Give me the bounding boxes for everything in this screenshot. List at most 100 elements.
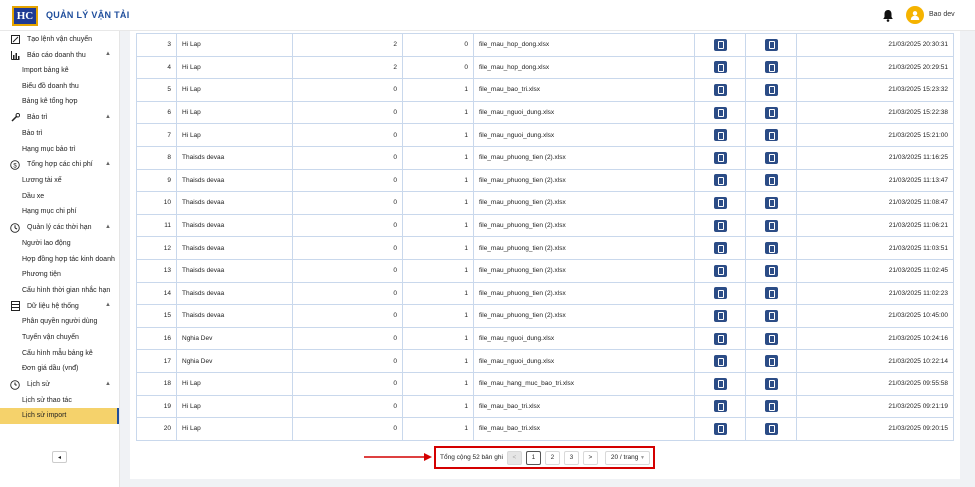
download-original-button[interactable] xyxy=(713,242,727,255)
sidebar-group[interactable]: Dữ liệu hệ thống ▲ xyxy=(0,298,119,314)
download-result-button[interactable] xyxy=(764,106,778,119)
file-action-cell xyxy=(694,191,746,215)
sidebar-item[interactable]: Phân quyền người dùng xyxy=(0,314,119,330)
download-original-button[interactable] xyxy=(713,219,727,232)
download-result-button[interactable] xyxy=(764,287,778,300)
download-original-button[interactable] xyxy=(713,377,727,390)
file-action-cell xyxy=(745,145,797,170)
file-action-cell xyxy=(694,417,746,441)
sidebar-item[interactable]: Hạng mục chi phí xyxy=(0,204,119,220)
file-action-cell xyxy=(745,100,797,125)
sidebar-group[interactable]: Tạo lệnh vận chuyển xyxy=(0,31,119,47)
table-row: 17 Nghia Dev 0 1 file_mau_nguoi_dung.xlsx 21/… xyxy=(136,349,954,373)
page-2-button[interactable]: 2 xyxy=(544,450,560,465)
download-result-button[interactable] xyxy=(764,219,778,232)
download-original-button[interactable] xyxy=(713,355,727,368)
download-result-button[interactable] xyxy=(764,309,778,322)
sidebar-item[interactable]: Cấu hình thời gian nhắc hạn xyxy=(0,283,119,299)
download-original-button[interactable] xyxy=(713,264,727,277)
download-original-button[interactable] xyxy=(713,287,727,300)
sidebar-item[interactable]: Lịch sử import xyxy=(0,408,119,424)
sidebar-item[interactable]: Lịch sử thao tác xyxy=(0,393,119,409)
download-result-button[interactable] xyxy=(764,38,778,51)
sidebar-group[interactable]: Quản lý các thời hạn ▲ xyxy=(0,220,119,236)
download-result-button[interactable] xyxy=(764,422,778,435)
count-cell: 0 xyxy=(292,349,403,373)
collapse-sidebar-button[interactable]: ◂ xyxy=(52,451,67,463)
page-1-button[interactable]: 1 xyxy=(525,450,541,465)
download-result-button[interactable] xyxy=(764,377,778,390)
sidebar-item[interactable]: Dầu xe xyxy=(0,189,119,205)
count-cell: 0 xyxy=(402,33,474,57)
sidebar-item[interactable]: Bảng kê tổng hợp xyxy=(0,94,119,110)
sidebar-item[interactable]: Cấu hình mẫu bảng kê xyxy=(0,345,119,361)
download-result-button[interactable] xyxy=(764,264,778,277)
next-page-button[interactable]: > xyxy=(582,450,598,465)
sidebar-group[interactable]: $ Tổng hợp các chi phí ▲ xyxy=(0,157,119,173)
table-row: 3 Hi Lap 2 0 file_mau_hop_dong.xlsx 21/03/202… xyxy=(136,33,954,57)
file-name-cell: file_mau_phuong_tien (2).xlsx xyxy=(473,168,695,193)
sidebar-group[interactable]: Lịch sử ▲ xyxy=(0,377,119,393)
sidebar-group[interactable]: Bảo trì ▲ xyxy=(0,110,119,126)
download-original-button[interactable] xyxy=(713,422,727,435)
sidebar-item[interactable]: Hợp đồng hợp tác kinh doanh xyxy=(0,251,119,267)
count-cell: 1 xyxy=(402,236,474,260)
file-action-cell xyxy=(694,33,746,57)
file-name-cell: file_mau_phuong_tien (2).xlsx xyxy=(473,304,695,328)
app-logo[interactable]: HC xyxy=(12,6,38,26)
row-number-cell: 12 xyxy=(136,236,177,260)
download-result-button[interactable] xyxy=(764,196,778,209)
file-action-cell xyxy=(745,304,797,328)
sidebar-item[interactable]: Người lao động xyxy=(0,236,119,252)
user-name[interactable]: Bao dev xyxy=(929,11,955,18)
download-result-button[interactable] xyxy=(764,400,778,413)
sidebar-group-label: Lịch sử xyxy=(27,381,50,388)
download-original-button[interactable] xyxy=(713,196,727,209)
download-original-button[interactable] xyxy=(713,38,727,51)
sidebar-group-label: Tạo lệnh vận chuyển xyxy=(27,35,92,43)
count-cell: 0 xyxy=(292,417,403,441)
sidebar-item[interactable]: Đơn giá dầu (vnđ) xyxy=(0,361,119,377)
table-row: 19 Hi Lap 0 1 file_mau_bao_tri.xlsx 21/03/202… xyxy=(136,394,954,419)
row-number-cell: 20 xyxy=(136,417,177,441)
download-result-button[interactable] xyxy=(764,242,778,255)
sidebar-item[interactable]: Import bảng kê xyxy=(0,63,119,79)
download-result-button[interactable] xyxy=(764,61,778,74)
user-cell: Hi Lap xyxy=(176,123,293,147)
file-name-cell: file_mau_hop_dong.xlsx xyxy=(473,55,695,80)
file-name-cell: file_mau_phuong_tien (2).xlsx xyxy=(473,191,695,215)
sidebar-group-label: Tổng hợp các chi phí xyxy=(27,161,93,169)
download-result-button[interactable] xyxy=(764,83,778,96)
sidebar-item[interactable]: Bảo trì xyxy=(0,126,119,142)
sidebar-item[interactable]: Lương tài xế xyxy=(0,173,119,189)
table-row: 13 Thaisds devaa 0 1 file_mau_phuong_tien (2… xyxy=(136,258,954,283)
sidebar-item[interactable]: Biểu đồ doanh thu xyxy=(0,79,119,95)
page-size-select[interactable]: 20 / trang ▼ xyxy=(604,450,650,465)
download-original-button[interactable] xyxy=(713,174,727,187)
avatar[interactable] xyxy=(906,6,924,24)
prev-page-button[interactable]: < xyxy=(506,450,522,465)
download-result-button[interactable] xyxy=(764,174,778,187)
download-original-button[interactable] xyxy=(713,151,727,164)
download-original-button[interactable] xyxy=(713,106,727,119)
download-result-button[interactable] xyxy=(764,151,778,164)
table-row: 11 Thaisds devaa 0 1 file_mau_phuong_tien (2… xyxy=(136,213,954,238)
download-original-button[interactable] xyxy=(713,309,727,322)
user-cell: Hi Lap xyxy=(176,100,293,125)
sidebar-group[interactable]: Báo cáo doanh thu ▲ xyxy=(0,47,119,63)
download-result-button[interactable] xyxy=(764,332,778,345)
download-result-button[interactable] xyxy=(764,355,778,368)
bell-icon[interactable] xyxy=(882,9,894,22)
sidebar-item[interactable]: Phương tiện xyxy=(0,267,119,283)
download-original-button[interactable] xyxy=(713,129,727,142)
table-row: 12 Thaisds devaa 0 1 file_mau_phuong_tien (2… xyxy=(136,236,954,260)
download-original-button[interactable] xyxy=(713,61,727,74)
download-original-button[interactable] xyxy=(713,83,727,96)
download-original-button[interactable] xyxy=(713,332,727,345)
sidebar-item[interactable]: Tuyến vận chuyển xyxy=(0,330,119,346)
count-cell: 0 xyxy=(292,168,403,193)
page-3-button[interactable]: 3 xyxy=(563,450,579,465)
download-result-button[interactable] xyxy=(764,129,778,142)
sidebar-item[interactable]: Hạng mục bảo trì xyxy=(0,141,119,157)
download-original-button[interactable] xyxy=(713,400,727,413)
